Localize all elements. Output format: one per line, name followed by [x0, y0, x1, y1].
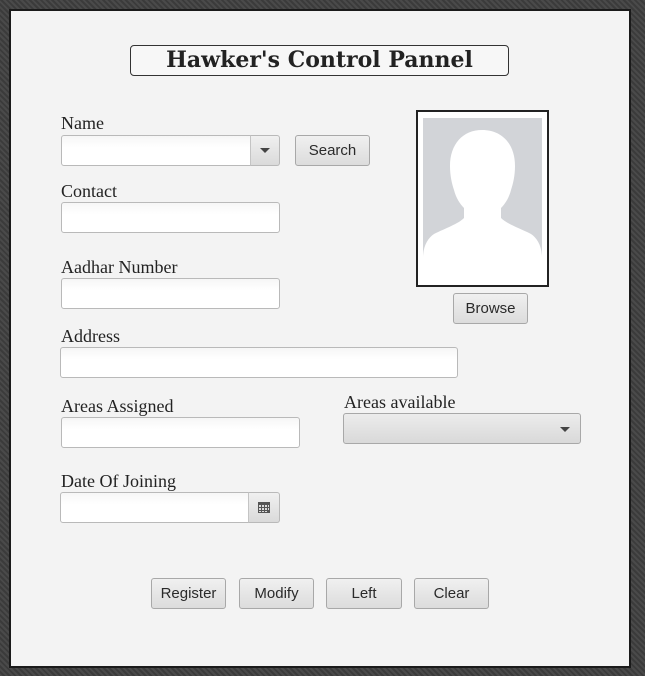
hawker-photo — [416, 110, 549, 287]
areas-assigned-field[interactable] — [61, 417, 300, 448]
contact-label: Contact — [61, 181, 117, 201]
avatar-placeholder-icon — [423, 118, 542, 279]
areas-available-select[interactable] — [343, 413, 581, 444]
areas-assigned-label: Areas Assigned — [61, 396, 174, 416]
calendar-icon — [258, 502, 270, 513]
name-label: Name — [61, 113, 104, 133]
areas-available-label: Areas available — [344, 392, 456, 412]
left-button[interactable]: Left — [326, 578, 402, 609]
search-button[interactable]: Search — [295, 135, 370, 166]
address-label: Address — [61, 326, 120, 346]
address-field[interactable] — [60, 347, 458, 378]
name-dropdown-button[interactable] — [250, 135, 280, 166]
aadhar-label: Aadhar Number — [61, 257, 178, 277]
modify-button[interactable]: Modify — [239, 578, 314, 609]
date-picker-button[interactable] — [248, 492, 280, 523]
chevron-down-icon — [560, 427, 570, 432]
register-button[interactable]: Register — [151, 578, 226, 609]
doj-label: Date Of Joining — [61, 471, 176, 491]
name-combo-input[interactable] — [61, 135, 251, 166]
aadhar-field[interactable] — [61, 278, 280, 309]
browse-button[interactable]: Browse — [453, 293, 528, 324]
chevron-down-icon — [260, 148, 270, 153]
page-title: Hawker's Control Pannel — [130, 45, 509, 76]
date-of-joining-input[interactable] — [60, 492, 249, 523]
contact-field[interactable] — [61, 202, 280, 233]
clear-button[interactable]: Clear — [414, 578, 489, 609]
